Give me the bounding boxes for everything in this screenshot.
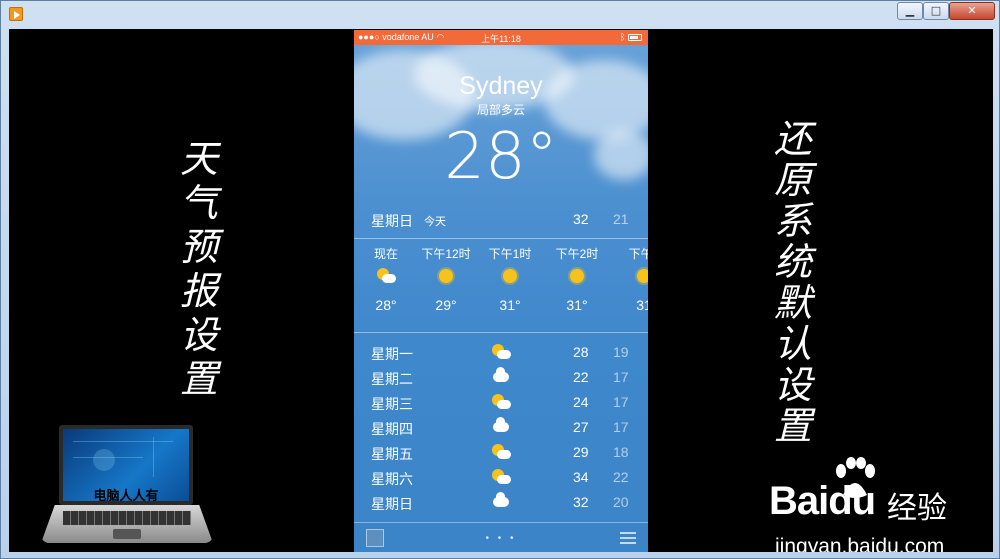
baidu-url: jingyan.baidu.com — [775, 535, 945, 552]
laptop-screen: 电脑人人有 — [59, 425, 193, 505]
today-low: 21 — [613, 211, 629, 227]
current-temperature: 28° — [444, 120, 558, 194]
laptop-touchpad — [113, 529, 141, 539]
minimize-button[interactable]: ▁ — [897, 2, 923, 20]
video-frame[interactable]: 天气预报设置 还原系统默认设置 电脑人人有 Baidu 经验 jingyan.b… — [9, 29, 993, 552]
sun-icon — [439, 269, 453, 283]
list-icon[interactable] — [620, 532, 636, 544]
baidu-logo-text: Baidu — [769, 479, 876, 523]
baidu-jingyan-text: 经验 — [887, 491, 947, 526]
right-caption: 还原系统默认设置 — [773, 117, 812, 448]
daily-row: 星期三 24 17 — [371, 394, 629, 412]
sun-cloud-icon — [490, 469, 512, 485]
daily-row: 星期五 29 18 — [371, 444, 629, 462]
daily-row: 星期一 28 19 — [371, 344, 629, 362]
today-summary-row: 星期日 今天 32 21 — [354, 210, 648, 232]
left-caption: 天气预报设置 — [179, 137, 218, 401]
phone-weather-screen: ●●●○ vodafone AU ◠ 上午11:18 ᛒ Sydney 局部多云… — [354, 30, 648, 552]
weather-condition: 局部多云 — [476, 103, 525, 117]
status-bar: ●●●○ vodafone AU ◠ 上午11:18 ᛒ — [354, 30, 648, 45]
cloud-icon — [493, 492, 509, 507]
daily-row: 星期日 32 20 — [371, 492, 629, 512]
laptop-logo: 电脑人人有 — [37, 421, 217, 551]
daily-row: 星期四 27 17 — [371, 417, 629, 437]
hourly-item[interactable]: 现在 28° — [356, 245, 416, 313]
battery-icon — [628, 34, 642, 41]
hourly-item[interactable]: 下午1时 31° — [480, 245, 540, 313]
hourly-item[interactable]: 下午12时 29° — [416, 245, 476, 313]
hourly-item[interactable]: 下午3 31 — [614, 245, 648, 313]
today-label: 今天 — [424, 216, 446, 228]
sun-cloud-icon — [375, 268, 397, 284]
divider — [354, 238, 648, 239]
bluetooth-icon: ᛒ — [620, 32, 626, 42]
sun-cloud-icon — [490, 394, 512, 410]
close-button[interactable]: ✕ — [949, 2, 995, 20]
cloud-icon — [493, 417, 509, 432]
maximize-button[interactable]: □ — [923, 2, 949, 20]
phone-bottom-bar: • • • — [354, 522, 648, 552]
cloud-icon — [493, 367, 509, 382]
city-name: Sydney — [459, 72, 543, 100]
daily-row: 星期二 22 17 — [371, 367, 629, 387]
video-player-window: ▁ □ ✕ 天气预报设置 还原系统默认设置 电脑人人有 Baidu 经验 jin… — [0, 0, 1000, 559]
sun-icon — [637, 269, 648, 283]
sun-cloud-icon — [490, 344, 512, 360]
baidu-watermark: Baidu 经验 jingyan.baidu.com — [769, 457, 989, 552]
page-indicator[interactable]: • • • — [354, 533, 648, 544]
divider — [354, 332, 648, 333]
sun-icon — [503, 269, 517, 283]
today-high: 32 — [573, 211, 589, 227]
status-time: 上午11:18 — [481, 34, 521, 44]
sun-cloud-icon — [490, 444, 512, 460]
laptop-keyboard — [63, 511, 191, 525]
hourly-item[interactable]: 下午2时 31° — [547, 245, 607, 313]
today-day: 星期日 — [371, 213, 413, 229]
status-right: ᛒ — [620, 32, 642, 42]
daily-row: 星期六 34 22 — [371, 469, 629, 487]
laptop-text: 电脑人人有 — [93, 489, 159, 504]
player-app-icon[interactable] — [9, 7, 23, 21]
sun-icon — [570, 269, 584, 283]
title-bar[interactable]: ▁ □ ✕ — [1, 1, 1000, 27]
